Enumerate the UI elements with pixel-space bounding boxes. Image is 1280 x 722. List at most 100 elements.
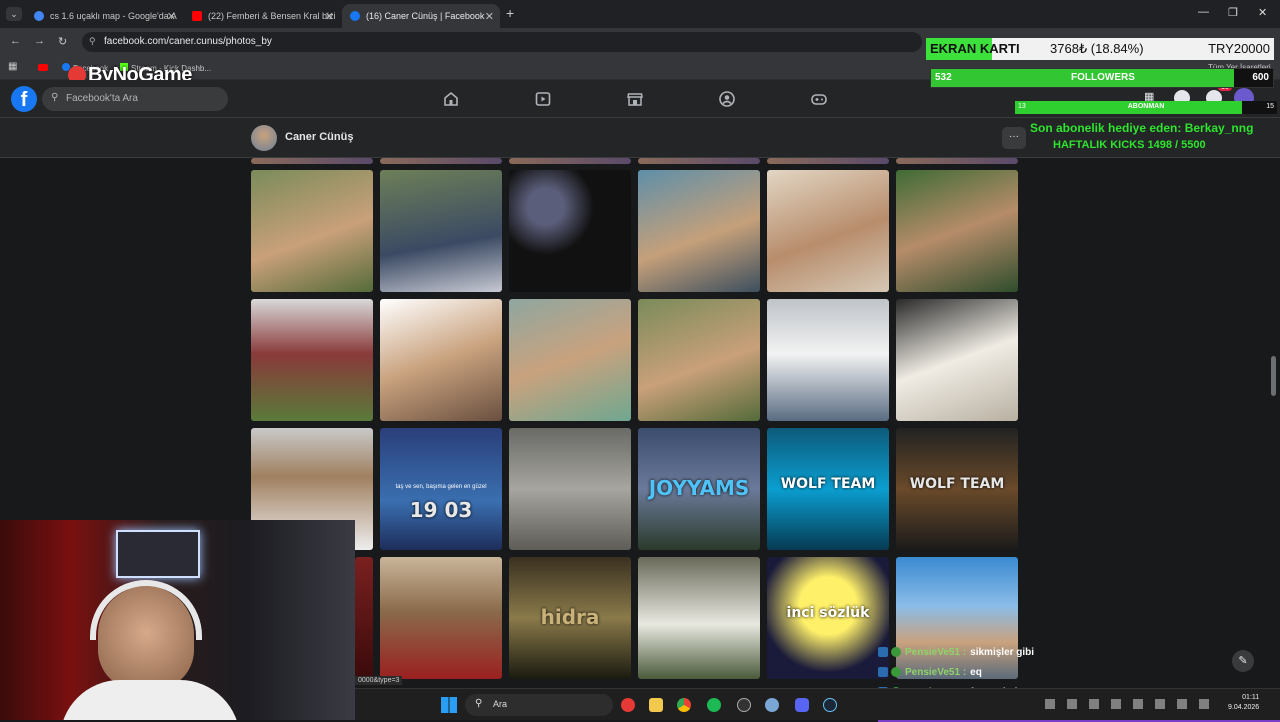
more-options-button[interactable]: ···	[1002, 127, 1026, 149]
url-field[interactable]: ⚲ facebook.com/caner.cunus/photos_by	[82, 32, 922, 52]
photo-thumbnail[interactable]	[251, 299, 373, 421]
search-icon: ⚲	[51, 92, 59, 103]
photo-thumbnail[interactable]	[896, 299, 1018, 421]
photo-thumbnail-partial[interactable]	[251, 158, 373, 164]
photo-thumbnail[interactable]	[509, 299, 631, 421]
photo-thumbnail[interactable]: taş ve sen, başıma gelen en güzel 19 03	[380, 428, 502, 550]
photo-overlay-text: WOLF TEAM	[909, 476, 1005, 492]
photo-overlay-text: WOLF TEAM	[780, 476, 876, 492]
site-info-icon[interactable]: ⚲	[89, 36, 96, 47]
photo-overlay-text: inci sözlük	[786, 605, 870, 621]
photo-thumbnail[interactable]	[251, 170, 373, 292]
home-icon[interactable]	[442, 90, 460, 108]
file-explorer-icon[interactable]	[649, 698, 663, 712]
photo-thumbnail[interactable]	[380, 170, 502, 292]
photo-overlay-text: hidra	[540, 605, 600, 629]
photo-thumbnail[interactable]: WOLF TEAM	[896, 428, 1018, 550]
video-icon[interactable]	[534, 90, 552, 108]
youtube-bookmark-icon[interactable]	[38, 64, 48, 71]
taskbar-search-label: Ara	[493, 699, 508, 709]
tab-facebook[interactable]: (16) Caner Cünüş | Facebook ✕	[342, 4, 500, 28]
tab-google[interactable]: cs 1.6 uçaklı map - Google'da A ✕	[26, 4, 182, 28]
reload-icon[interactable]: ↻	[58, 35, 67, 48]
taskbar-clock: 01:11 9.04.2026	[1228, 693, 1259, 713]
clock-date: 9.04.2026	[1228, 704, 1260, 711]
chat-username: PensieVe51 :	[905, 646, 967, 658]
tab-search-button[interactable]: ⌄	[6, 7, 22, 21]
profile-name[interactable]: Caner Cünüş	[285, 131, 353, 143]
photo-thumbnail[interactable]: inci sözlük	[767, 557, 889, 679]
search-placeholder: Facebook'ta Ara	[66, 93, 138, 104]
close-window-button[interactable]: ✕	[1258, 6, 1267, 19]
tab-label: (22) Femberi & Bensen Kral bizi	[208, 11, 336, 21]
photo-thumbnail[interactable]	[355, 557, 373, 679]
chat-text: sikmişler gibi	[970, 646, 1035, 658]
photo-thumbnail-partial[interactable]	[767, 158, 889, 164]
photo-thumbnail[interactable]	[767, 299, 889, 421]
followers-goal: 600	[1252, 72, 1269, 83]
photo-thumbnail[interactable]	[509, 428, 631, 550]
photo-thumbnail[interactable]: hidra	[509, 557, 631, 679]
photo-thumbnail-partial[interactable]	[638, 158, 760, 164]
photo-thumbnail-partial[interactable]	[380, 158, 502, 164]
app-icon[interactable]	[737, 698, 751, 712]
webcam-overlay	[0, 520, 355, 720]
minimize-button[interactable]: —	[1198, 6, 1209, 18]
facebook-logo[interactable]: f	[11, 86, 37, 112]
tray-icons[interactable]	[1045, 699, 1215, 709]
new-tab-button[interactable]: +	[506, 5, 514, 21]
discord-icon[interactable]	[795, 698, 809, 712]
google-icon	[34, 11, 44, 21]
photo-thumbnail[interactable]	[638, 299, 760, 421]
facebook-icon	[350, 11, 360, 21]
close-tab-icon[interactable]: ✕	[325, 10, 334, 23]
url-text: facebook.com/caner.cunus/photos_by	[104, 36, 272, 47]
photo-thumbnail[interactable]	[638, 557, 760, 679]
chat-username: PensieVe51 :	[905, 666, 967, 678]
chat-badge-icon	[878, 647, 888, 657]
photo-thumbnail[interactable]	[896, 170, 1018, 292]
maximize-button[interactable]: ❐	[1228, 6, 1238, 19]
photo-thumbnail[interactable]	[380, 299, 502, 421]
groups-icon[interactable]	[718, 90, 736, 108]
edit-icon[interactable]: ✎	[1232, 650, 1254, 672]
search-input[interactable]: ⚲ Facebook'ta Ara	[42, 87, 228, 111]
profile-avatar[interactable]	[251, 125, 277, 151]
spotify-icon[interactable]	[707, 698, 721, 712]
marketplace-icon[interactable]	[626, 90, 644, 108]
back-icon[interactable]: ←	[10, 35, 21, 47]
abonman-goal-bar: 13 ABONMAN 15	[1015, 101, 1277, 114]
photo-thumbnail-partial[interactable]	[509, 158, 631, 164]
windows-start-icon[interactable]	[441, 697, 457, 713]
forward-icon[interactable]: →	[34, 35, 45, 47]
photo-thumbnail[interactable]: JOYYAMS	[638, 428, 760, 550]
youtube-icon	[192, 11, 202, 21]
youtube-music-icon[interactable]	[621, 698, 635, 712]
ekran-label: EKRAN KARTI	[930, 41, 1020, 56]
gaming-icon[interactable]	[810, 90, 828, 108]
photo-thumbnail[interactable]: WOLF TEAM	[767, 428, 889, 550]
tab-youtube[interactable]: (22) Femberi & Bensen Kral bizi ✕	[184, 4, 340, 28]
photo-overlay-text: JOYYAMS	[648, 476, 750, 500]
photo-thumbnail-partial[interactable]	[896, 158, 1018, 164]
chat-badge-icon	[878, 667, 888, 677]
close-tab-icon[interactable]: ✕	[167, 10, 176, 23]
photo-thumbnail[interactable]	[509, 170, 631, 292]
webcam-streamer-body	[60, 680, 240, 720]
scrollbar-thumb[interactable]	[1271, 356, 1276, 396]
tab-label: cs 1.6 uçaklı map - Google'da A	[50, 11, 177, 21]
webcam-shelf-light	[116, 530, 200, 578]
steam-icon[interactable]	[823, 698, 837, 712]
clock-time: 01:11	[1242, 694, 1260, 701]
apps-icon[interactable]: ▦	[8, 61, 17, 72]
photo-thumbnail[interactable]	[767, 170, 889, 292]
tab-label: (16) Caner Cünüş | Facebook	[366, 11, 485, 21]
chat-badge-icon	[891, 647, 901, 657]
chrome-icon[interactable]	[677, 698, 691, 712]
photo-thumbnail[interactable]	[638, 170, 760, 292]
photo-thumbnail[interactable]	[380, 557, 502, 679]
chat-message: PensieVe51 : eq	[878, 662, 1280, 682]
close-tab-icon[interactable]: ✕	[485, 10, 494, 23]
taskbar-search[interactable]: ⚲ Ara	[465, 694, 613, 716]
settings-icon[interactable]	[765, 698, 779, 712]
